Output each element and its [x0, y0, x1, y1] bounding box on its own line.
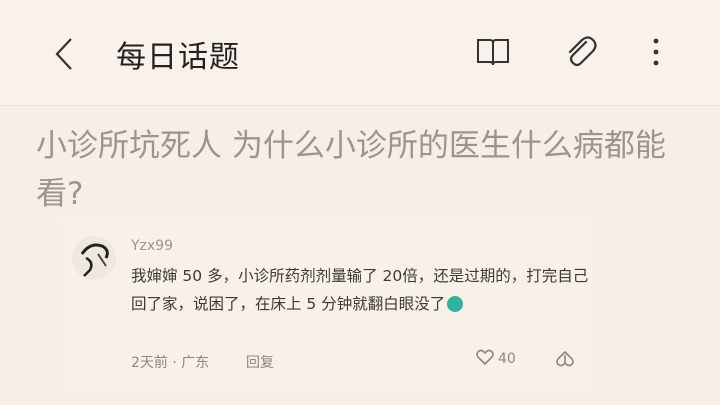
comment-body: 我婶婶 50 多，小诊所药剂剂量输了 20倍，还是过期的，打完自己回了家，说困了… — [131, 267, 589, 313]
reply-button[interactable]: 回复 — [246, 352, 274, 372]
paperclip-icon[interactable] — [562, 34, 598, 70]
comment-text: 我婶婶 50 多，小诊所药剂剂量输了 20倍，还是过期的，打完自己回了家，说困了… — [131, 262, 591, 318]
heart-icon — [476, 349, 494, 369]
more-icon[interactable] — [638, 34, 674, 70]
page-title: 每日话题 — [116, 40, 240, 75]
like-button[interactable]: 40 — [476, 349, 516, 369]
avatar[interactable] — [72, 236, 116, 280]
crying-face-icon — [447, 296, 464, 312]
comment-time-location: 2天前 · 广东 — [131, 355, 210, 371]
comment-username[interactable]: Yzx99 — [131, 238, 173, 254]
question-title[interactable]: 小诊所坑死人 为什么小诊所的医生什么病都能看? — [36, 122, 686, 218]
like-count: 40 — [498, 351, 516, 367]
book-icon[interactable] — [475, 34, 511, 70]
back-icon[interactable] — [46, 36, 82, 72]
header-divider — [0, 105, 720, 106]
dislike-icon[interactable] — [556, 350, 574, 373]
top-bar: 每日话题 — [0, 0, 720, 105]
